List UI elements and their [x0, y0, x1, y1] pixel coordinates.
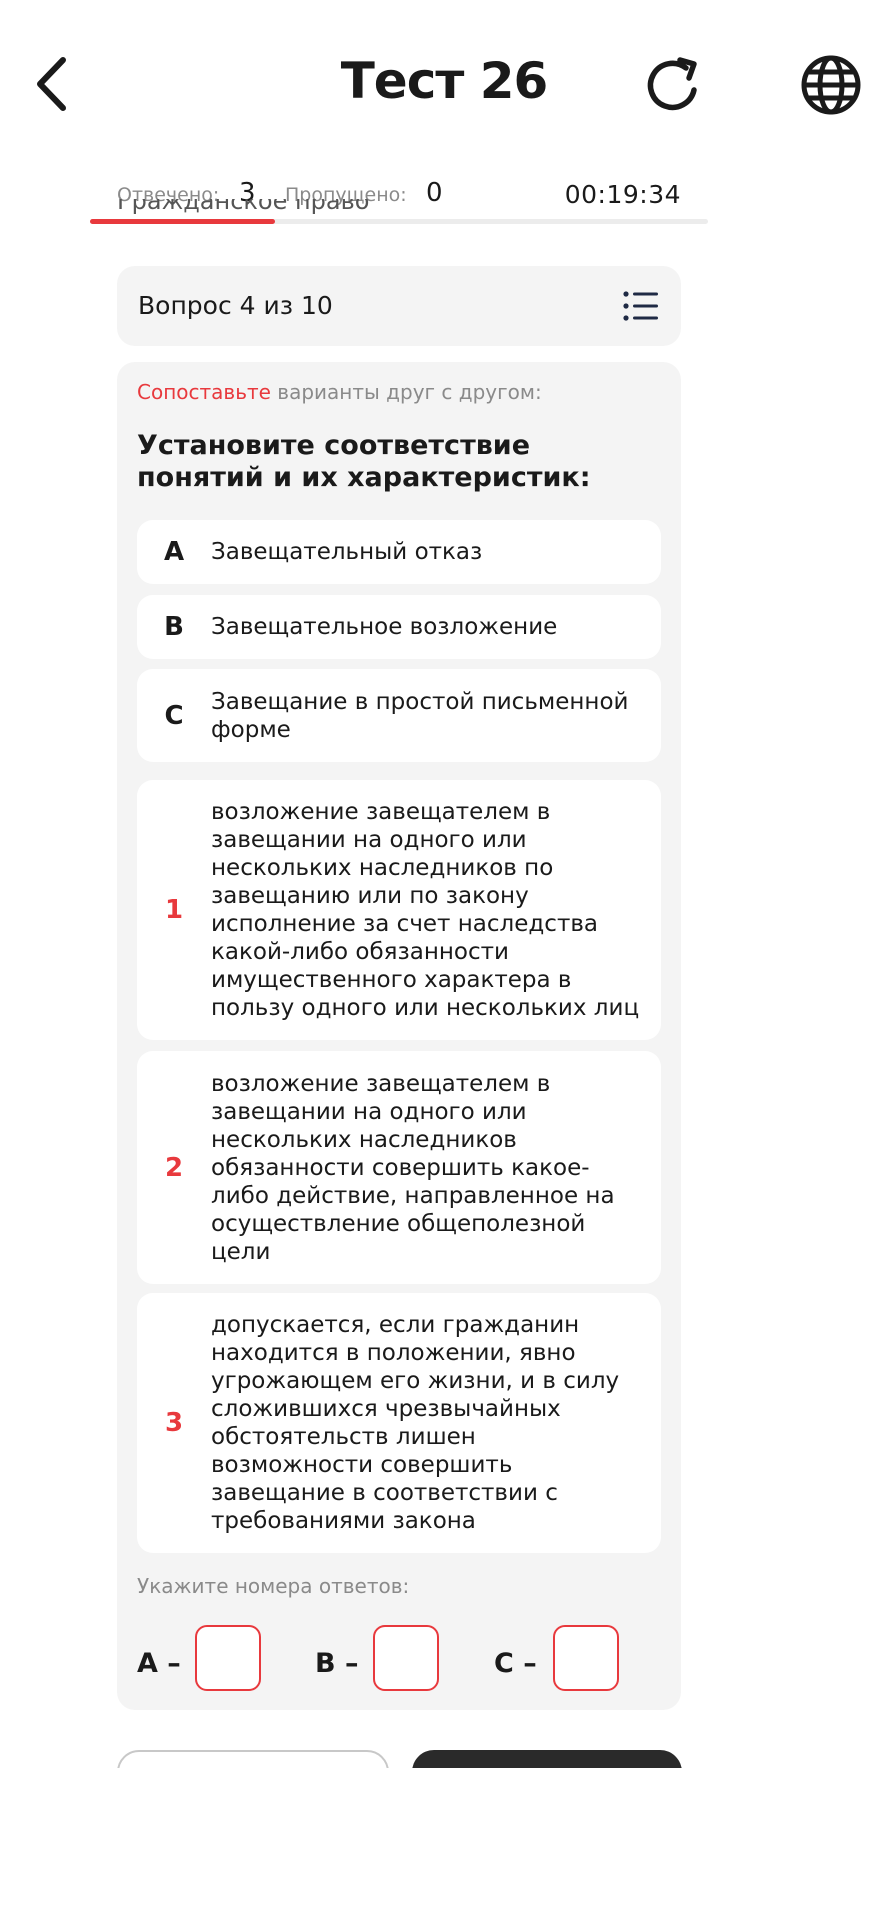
answer-input-a[interactable] [195, 1625, 261, 1691]
instruction-rest: варианты друг с другом: [270, 380, 542, 404]
answer-hint: Укажите номера ответов: [137, 1574, 410, 1598]
page-title-wrap: Тест 26 [0, 52, 886, 110]
refresh-icon [647, 57, 697, 111]
answer-item: 2 возложение завещателем в завещании на … [137, 1051, 661, 1284]
page-title: Тест 26 [340, 52, 549, 110]
answer-key: 2 [164, 1152, 184, 1183]
question-card: Сопоставьте варианты друг с другом: Уста… [117, 362, 681, 1710]
answer-label-b: B – [315, 1648, 359, 1679]
answer-text: допускается, если гражданин находится в … [211, 1312, 620, 1534]
skipped-count: 0 [426, 178, 443, 208]
language-button[interactable] [798, 52, 864, 118]
answer-text: возложение завещателем в завещании на од… [211, 799, 640, 1021]
top-bar: Тест 26 [0, 0, 886, 170]
option-key: A [163, 537, 185, 567]
answer-input-c[interactable] [553, 1625, 619, 1691]
option-key: B [164, 612, 184, 642]
question-text: Установите соответствие понятий и их хар… [137, 430, 591, 493]
progress-fill [90, 219, 276, 224]
question-list-button[interactable] [621, 287, 661, 325]
answer-text: возложение завещателем в завещании на од… [211, 1070, 615, 1265]
list-icon [623, 291, 658, 321]
answer-item: 1 возложение завещателем в завещании на … [137, 780, 661, 1040]
bottom-area [0, 1768, 886, 1920]
timer: 00:19:34 [564, 180, 681, 209]
option-item: B Завещательное возложение [137, 595, 661, 659]
back-button[interactable] [26, 52, 76, 116]
answer-key: 3 [164, 1408, 184, 1438]
question-header: Вопрос 4 из 10 [117, 266, 681, 346]
subject-title-peek: Гражданское право [117, 199, 369, 219]
option-item: C Завещание в простой письменной форме [137, 669, 661, 762]
answer-label-a: A – [137, 1648, 181, 1679]
option-item: A Завещательный отказ [137, 520, 661, 584]
instruction-accent: Сопоставьте [137, 380, 271, 404]
instruction: Сопоставьте варианты друг с другом: [137, 380, 542, 404]
progress-bar [90, 219, 708, 224]
answer-input-b[interactable] [373, 1625, 439, 1691]
answer-key: 1 [164, 895, 184, 925]
restart-button[interactable] [640, 52, 708, 120]
globe-icon [801, 55, 861, 115]
question-counter: Вопрос 4 из 10 [138, 291, 333, 320]
option-text: Завещательное возложение [211, 614, 558, 640]
option-key: C [164, 700, 184, 731]
subject-title: Гражданское право [117, 199, 370, 215]
answer-item: 3 допускается, если гражданин находится … [137, 1293, 661, 1553]
answer-label-c: C – [494, 1648, 537, 1679]
option-text: Завещательный отказ [211, 539, 483, 565]
chevron-left-icon [37, 57, 66, 111]
option-text: Завещание в простой письменной форме [211, 688, 629, 743]
